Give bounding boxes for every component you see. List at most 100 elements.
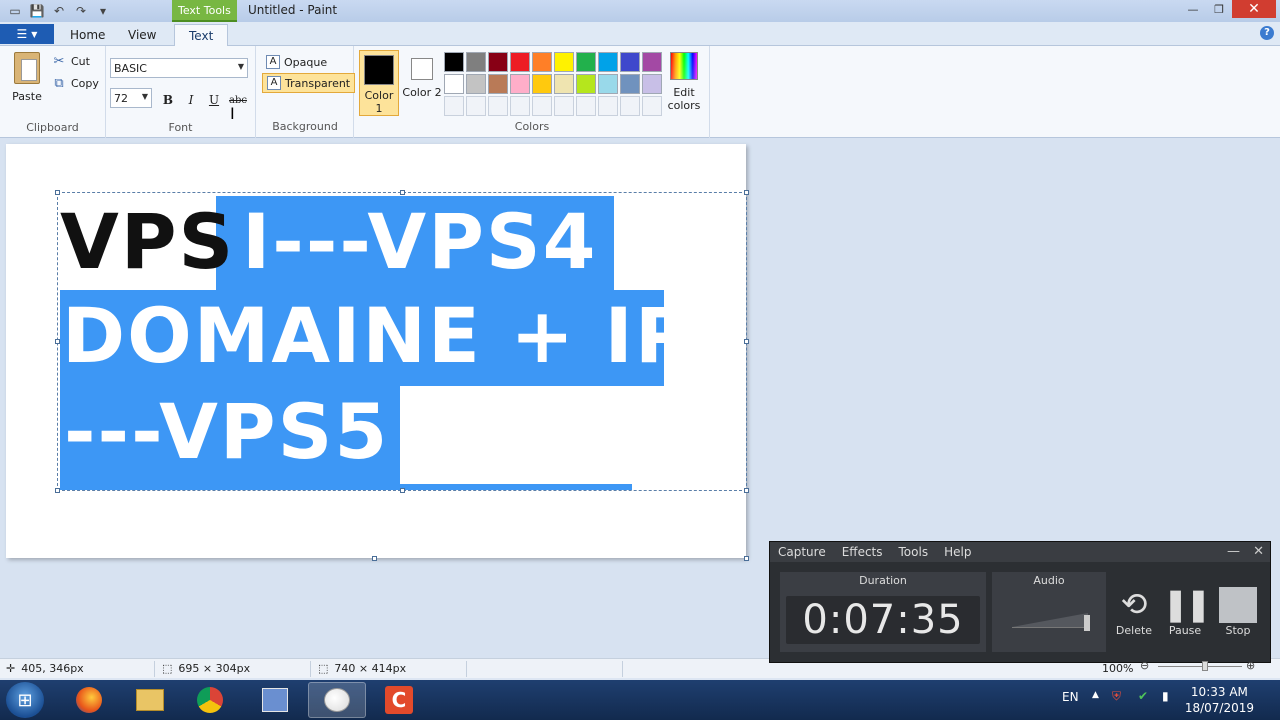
network-app-taskbar-icon[interactable] [246, 682, 304, 718]
tab-text[interactable]: Text [174, 24, 229, 46]
customize-qat-icon[interactable]: ▾ [94, 2, 112, 20]
divider [154, 661, 155, 677]
palette-swatch[interactable] [576, 96, 596, 116]
menu-help[interactable]: Help [936, 545, 979, 559]
resize-handle[interactable] [55, 190, 60, 195]
recorder-close-icon[interactable]: ✕ [1253, 544, 1264, 559]
opaque-button[interactable]: A Opaque [262, 52, 331, 72]
palette-swatch[interactable] [642, 74, 662, 94]
clipboard-icon [14, 52, 40, 84]
language-indicator[interactable]: EN [1062, 690, 1079, 704]
palette-swatch[interactable] [576, 74, 596, 94]
palette-swatch[interactable] [488, 74, 508, 94]
palette-swatch[interactable] [488, 52, 508, 72]
zoom-thumb[interactable] [1202, 661, 1208, 671]
tab-view[interactable]: View [114, 24, 170, 46]
resize-handle[interactable] [400, 190, 405, 195]
font-size-select[interactable]: 72 ▼ [110, 88, 152, 108]
maximize-icon[interactable]: ❐ [1206, 0, 1232, 18]
show-hidden-icons-icon[interactable]: ▲ [1092, 690, 1099, 700]
transparent-button[interactable]: A Transparent [262, 73, 356, 93]
palette-swatch[interactable] [444, 96, 464, 116]
color2-button[interactable]: Color 2 [402, 50, 442, 116]
signal-icon[interactable]: ▮ [1162, 689, 1169, 703]
chrome-taskbar-icon[interactable] [181, 682, 239, 718]
cursor-position-value: 405, 346px [21, 662, 84, 675]
palette-swatch[interactable] [510, 74, 530, 94]
security-tray-icon[interactable]: ⛨ [1112, 689, 1121, 704]
palette-swatch[interactable] [620, 74, 640, 94]
firefox-taskbar-icon[interactable] [60, 682, 118, 718]
edit-colors-button[interactable]: Edit colors [666, 52, 702, 112]
duration-label: Duration [859, 574, 907, 587]
resize-handle[interactable] [744, 190, 749, 195]
explorer-taskbar-icon[interactable] [121, 682, 179, 718]
undo-icon[interactable]: ↶ [50, 2, 68, 20]
palette-swatch[interactable] [444, 52, 464, 72]
text-selection-box[interactable] [55, 190, 749, 493]
zoom-in-icon[interactable]: ⊕ [1246, 659, 1255, 672]
palette-swatch[interactable] [488, 96, 508, 116]
color1-button[interactable]: Color 1 [359, 50, 399, 116]
camtasia-taskbar-icon[interactable]: C [370, 682, 428, 718]
zoom-out-icon[interactable]: ⊖ [1140, 659, 1149, 672]
file-menu-button[interactable]: ☰ ▼ [0, 24, 54, 44]
palette-swatch[interactable] [598, 74, 618, 94]
palette-swatch[interactable] [532, 74, 552, 94]
palette-swatch[interactable] [510, 96, 530, 116]
palette-swatch[interactable] [642, 52, 662, 72]
palette-swatch[interactable] [598, 52, 618, 72]
palette-swatch[interactable] [510, 52, 530, 72]
palette-swatch[interactable] [554, 96, 574, 116]
image-size: ⬚ 740 × 414px [318, 662, 406, 675]
font-family-select[interactable]: BASIC ▼ [110, 58, 248, 78]
menu-tools[interactable]: Tools [891, 545, 937, 559]
redo-icon[interactable]: ↷ [72, 2, 90, 20]
clock[interactable]: 10:33 AM 18/07/2019 [1185, 684, 1254, 716]
help-icon[interactable]: ? [1260, 26, 1274, 40]
shield-check-icon[interactable]: ✔ [1138, 689, 1148, 703]
menu-capture[interactable]: Capture [770, 545, 834, 559]
paint-app-icon[interactable]: ▭ [6, 2, 24, 20]
palette-swatch[interactable] [466, 52, 486, 72]
recorder-minimize-icon[interactable]: — [1227, 544, 1240, 559]
underline-button[interactable]: U [204, 90, 224, 110]
palette-swatch[interactable] [532, 52, 552, 72]
menu-effects[interactable]: Effects [834, 545, 891, 559]
delete-button[interactable]: ⟲ Delete [1110, 584, 1158, 637]
bold-button[interactable]: B [158, 90, 178, 110]
palette-swatch[interactable] [466, 74, 486, 94]
palette-swatch[interactable] [554, 74, 574, 94]
resize-handle[interactable] [55, 339, 60, 344]
palette-swatch[interactable] [598, 96, 618, 116]
resize-handle[interactable] [400, 488, 405, 493]
stop-button[interactable]: Stop [1214, 584, 1262, 637]
palette-swatch[interactable] [642, 96, 662, 116]
tab-home[interactable]: Home [56, 24, 119, 46]
italic-button[interactable]: I [181, 90, 201, 110]
audio-level-slider[interactable] [1012, 608, 1090, 631]
canvas-resize-handle[interactable] [744, 556, 749, 561]
audio-slider-knob[interactable] [1084, 615, 1090, 631]
palette-swatch[interactable] [576, 52, 596, 72]
resize-handle[interactable] [744, 339, 749, 344]
palette-swatch[interactable] [554, 52, 574, 72]
save-icon[interactable]: 💾 [28, 2, 46, 20]
minimize-icon[interactable]: — [1180, 0, 1206, 18]
palette-swatch[interactable] [532, 96, 552, 116]
copy-button[interactable]: ⧉ Copy [52, 76, 99, 91]
zoom-slider[interactable]: ⊖ ⊕ [1140, 659, 1260, 672]
paste-button[interactable]: Paste [8, 50, 46, 103]
close-icon[interactable]: ✕ [1232, 0, 1276, 18]
palette-swatch[interactable] [466, 96, 486, 116]
canvas-resize-handle[interactable] [372, 556, 377, 561]
start-button[interactable]: ⊞ [6, 682, 44, 718]
palette-swatch[interactable] [620, 52, 640, 72]
paint-taskbar-icon[interactable] [308, 682, 366, 718]
palette-swatch[interactable] [444, 74, 464, 94]
pause-button[interactable]: ❚❚ Pause [1161, 584, 1212, 637]
cut-button[interactable]: ✂ Cut [52, 54, 90, 69]
resize-handle[interactable] [55, 488, 60, 493]
resize-handle[interactable] [744, 488, 749, 493]
palette-swatch[interactable] [620, 96, 640, 116]
